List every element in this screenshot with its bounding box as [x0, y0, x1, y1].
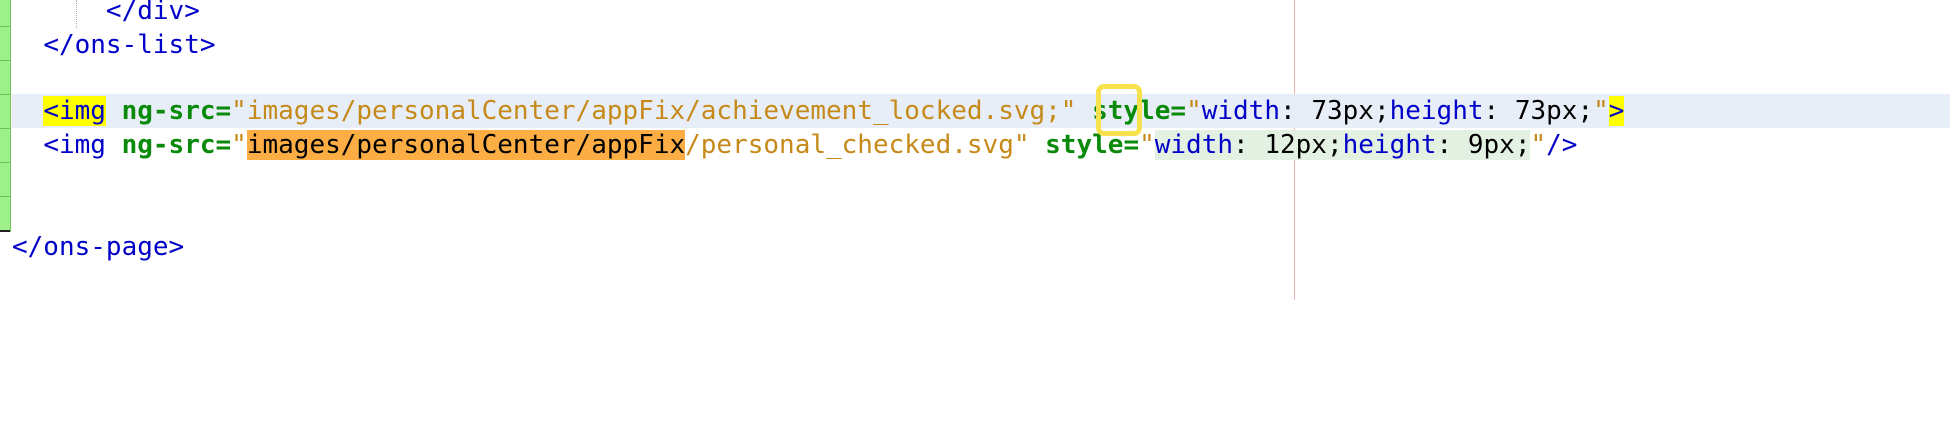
- search-match-highlight: images/personalCenter/appFix: [246, 130, 686, 160]
- change-marker-gutter: [0, 0, 11, 232]
- src-tail-caret: ;": [1045, 96, 1077, 126]
- closing-div-tag: </div>: [105, 0, 200, 26]
- attr-ng-src: ng-src: [121, 96, 216, 126]
- css-prop-width: width: [1201, 96, 1280, 126]
- img-open-tag: <img: [43, 130, 106, 160]
- caret-position-marker: [1096, 84, 1142, 136]
- src-value-rest: /personal_checked.svg": [685, 130, 1030, 160]
- css-value-width: 73px: [1311, 96, 1374, 126]
- css-value-height: 9px: [1467, 130, 1515, 160]
- code-editor[interactable]: </div> </ons-list> <img ng-src="images/p…: [0, 0, 1950, 422]
- css-prop-height: height: [1342, 130, 1437, 160]
- css-value-width: 12px: [1264, 130, 1327, 160]
- code-line[interactable]: </ons-page>: [12, 230, 184, 264]
- code-line[interactable]: </div>: [12, 0, 200, 28]
- src-value: images/personalCenter/appFix/achievement…: [246, 96, 1046, 126]
- attr-ng-src: ng-src: [121, 130, 216, 160]
- css-prop-height: height: [1389, 96, 1484, 126]
- code-line[interactable]: <img ng-src="images/personalCenter/appFi…: [12, 128, 1577, 162]
- img-self-close: />: [1546, 130, 1578, 160]
- code-line-current[interactable]: <img ng-src="images/personalCenter/appFi…: [12, 94, 1625, 128]
- img-close-bracket-matched: >: [1608, 96, 1625, 126]
- img-open-tag-matched: <img: [43, 96, 106, 126]
- css-prop-width: width: [1154, 130, 1234, 160]
- css-value-height: 73px: [1514, 96, 1578, 126]
- code-line[interactable]: </ons-list>: [12, 28, 216, 62]
- closing-ons-list-tag: </ons-list>: [43, 30, 216, 60]
- closing-ons-page-tag: </ons-page>: [12, 232, 185, 262]
